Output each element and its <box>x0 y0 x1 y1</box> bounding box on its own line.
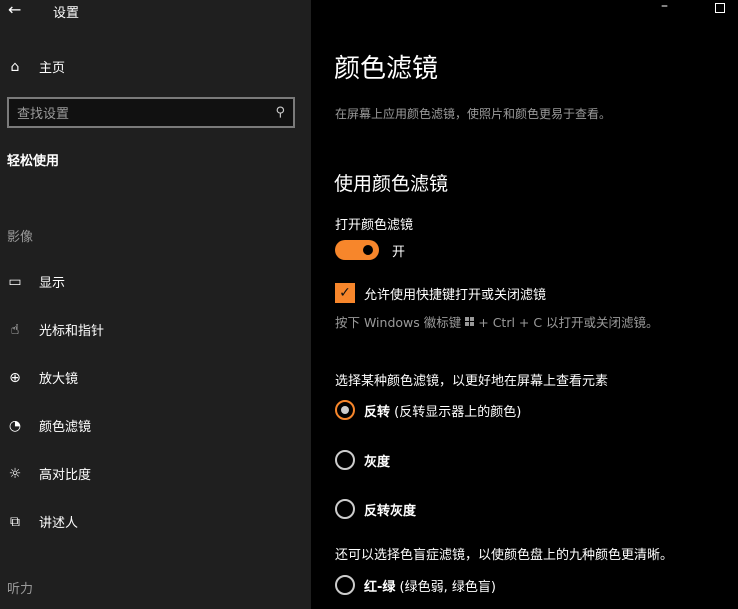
monitor-icon: ▭ <box>8 273 22 290</box>
sun-icon: ☼ <box>8 465 22 482</box>
option-desc: (反转显示器上的颜色) <box>394 404 522 420</box>
page-title: 颜色滤镜 <box>334 54 439 84</box>
shortcut-checkbox-label: 允许使用快捷键打开或关闭滤镜 <box>364 287 547 303</box>
item-label: 颜色滤镜 <box>39 420 92 435</box>
option-desc: (绿色弱, 绿色盲) <box>399 579 496 595</box>
shortcut-hint: 按下 Windows 徽标键 + Ctrl + C 以打开或关闭滤镜。 <box>335 312 659 331</box>
toggle-state: 开 <box>392 244 406 260</box>
section-title: 使用颜色滤镜 <box>334 173 449 195</box>
home-icon: ⌂ <box>10 58 20 75</box>
page-subtitle: 在屏幕上应用颜色滤镜，使照片和颜色更易于查看。 <box>335 107 612 121</box>
option-name: 红-绿 <box>364 579 396 595</box>
filter-option-grayscale[interactable]: 灰度 <box>335 450 390 470</box>
color-filter-toggle[interactable] <box>335 240 379 260</box>
search-input[interactable]: 查找设置 ⚲ <box>7 97 295 128</box>
sidebar-item-color-filters[interactable]: ◔ 颜色滤镜 <box>6 416 92 436</box>
filter-option-red-green[interactable]: 红-绿 (绿色弱, 绿色盲) <box>335 575 496 595</box>
section-heading-hearing: 听力 <box>7 582 34 597</box>
radio-button[interactable] <box>335 575 355 595</box>
item-label: 显示 <box>39 276 66 291</box>
shortcut-checkbox[interactable]: ✓ <box>335 283 355 303</box>
sidebar-item-pointer[interactable]: ☝ 光标和指针 <box>6 320 105 340</box>
sidebar-item-high-contrast[interactable]: ☼ 高对比度 <box>6 464 92 484</box>
section-heading-vision: 影像 <box>7 230 34 245</box>
home-label: 主页 <box>39 61 66 76</box>
sidebar-item-home[interactable]: ⌂ 主页 <box>6 57 66 77</box>
narrator-icon: ⧉ <box>10 513 20 530</box>
search-placeholder: 查找设置 <box>17 107 70 122</box>
colorblind-prompt: 还可以选择色盲症滤镜，以使颜色盘上的九种颜色更清晰。 <box>335 548 674 563</box>
category-heading: 轻松使用 <box>7 154 60 169</box>
radio-button[interactable] <box>335 450 355 470</box>
item-label: 放大镜 <box>39 372 79 387</box>
maximize-button[interactable] <box>715 3 725 13</box>
filter-prompt: 选择某种颜色滤镜，以更好地在屏幕上查看元素 <box>335 374 609 389</box>
radio-button[interactable] <box>335 499 355 519</box>
filter-option-inverted-grayscale[interactable]: 反转灰度 <box>335 499 416 519</box>
magnifier-icon: ⊕ <box>9 369 21 386</box>
content-pane: – 颜色滤镜 在屏幕上应用颜色滤镜，使照片和颜色更易于查看。 使用颜色滤镜 打开… <box>311 0 738 609</box>
sidebar-item-narrator[interactable]: ⧉ 讲述人 <box>6 512 79 532</box>
toggle-label: 打开颜色滤镜 <box>335 218 414 233</box>
item-label: 光标和指针 <box>39 324 105 339</box>
windows-logo-icon <box>465 317 475 326</box>
back-button[interactable]: ← <box>8 0 21 19</box>
item-label: 高对比度 <box>39 468 92 483</box>
checkmark-icon: ✓ <box>339 285 351 301</box>
window-title: 设置 <box>53 6 80 21</box>
option-name: 反转灰度 <box>364 503 417 519</box>
sidebar-item-magnifier[interactable]: ⊕ 放大镜 <box>6 368 79 388</box>
hint-post: + Ctrl + C 以打开或关闭滤镜。 <box>478 315 659 330</box>
sidebar-item-display[interactable]: ▭ 显示 <box>6 272 66 292</box>
item-label: 讲述人 <box>39 516 79 531</box>
search-icon: ⚲ <box>275 105 285 120</box>
radio-button[interactable] <box>335 400 355 420</box>
option-name: 灰度 <box>364 454 391 470</box>
hint-pre: 按下 Windows 徽标键 <box>335 315 462 330</box>
option-name: 反转 <box>364 404 391 420</box>
pointer-icon: ☝ <box>10 321 20 338</box>
minimize-button[interactable]: – <box>661 0 668 14</box>
filter-option-invert[interactable]: 反转 (反转显示器上的颜色) <box>335 400 521 420</box>
palette-icon: ◔ <box>8 417 22 434</box>
sidebar: ← 设置 ⌂ 主页 查找设置 ⚲ 轻松使用 影像 ▭ 显示 ☝ 光标和指针 ⊕ 放大镜… <box>0 0 311 609</box>
